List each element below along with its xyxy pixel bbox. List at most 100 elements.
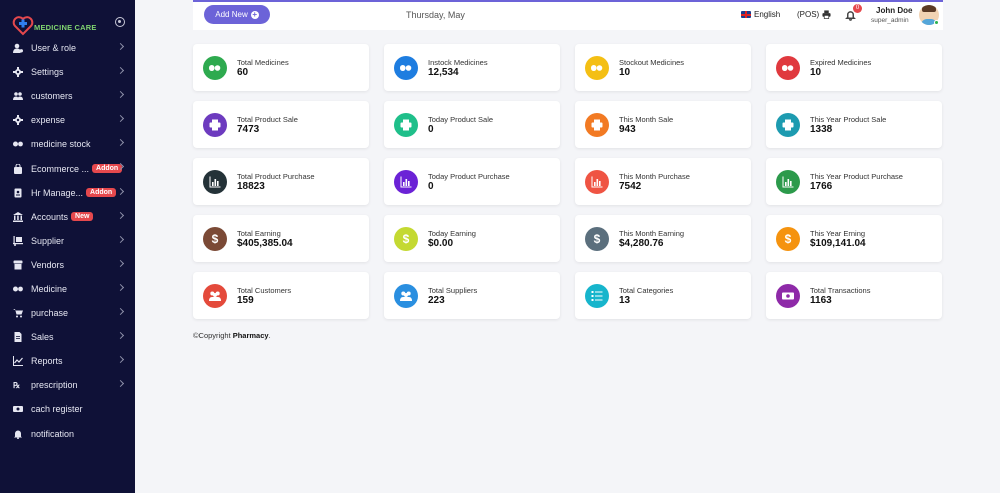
- stat-card-value: $0.00: [428, 238, 454, 249]
- stat-card-label: Stockout Medicines: [619, 58, 685, 67]
- stat-card-label: Total Customers: [237, 286, 292, 295]
- rx-icon: ℞: [12, 380, 23, 391]
- chevron-right-icon: [116, 283, 125, 291]
- stat-card-label: This Year Product Sale: [810, 115, 887, 124]
- dolly-icon: [12, 235, 23, 246]
- sidebar-item[interactable]: medicine stock: [0, 132, 135, 156]
- user-name[interactable]: John Doe: [876, 6, 912, 15]
- stat-card-value: 13: [619, 295, 631, 306]
- chevron-right-icon: [116, 259, 125, 267]
- footer: ©Copyright Pharmacy.: [193, 331, 271, 340]
- dollar-icon: $: [776, 227, 800, 251]
- stat-card[interactable]: Stockout Medicines 10: [575, 44, 751, 91]
- sidebar-item[interactable]: User & role: [0, 36, 135, 60]
- stat-card-value: 0: [428, 124, 434, 135]
- cash-icon: [12, 404, 23, 415]
- sidebar-item-label: expense: [31, 115, 66, 126]
- sidebar-item[interactable]: Accounts New: [0, 205, 135, 229]
- stat-card[interactable]: Expired Medicines 10: [766, 44, 942, 91]
- stat-card[interactable]: Total Product Purchase 18823: [193, 158, 369, 205]
- chart-line-icon: [12, 356, 23, 367]
- printer-icon: [822, 10, 831, 19]
- chevron-right-icon: [116, 307, 125, 316]
- add-new-button[interactable]: Add New +: [204, 5, 270, 24]
- stat-card-label: Today Earning: [428, 229, 476, 238]
- sidebar-item[interactable]: Settings: [0, 60, 135, 84]
- sidebar-item[interactable]: expense: [0, 108, 135, 132]
- sidebar-item[interactable]: customers: [0, 84, 135, 108]
- stat-card[interactable]: This Month Purchase 7542: [575, 158, 751, 205]
- pos-button[interactable]: (POS): [797, 10, 831, 19]
- stat-card[interactable]: Total Transactions 1163: [766, 272, 942, 319]
- notification-bell[interactable]: 0: [845, 4, 862, 21]
- sidebar-item[interactable]: notification: [0, 422, 135, 446]
- sidebar-item-label: Reports: [31, 356, 63, 367]
- sidebar-item[interactable]: cach register: [0, 397, 135, 421]
- chevron-right-icon: [116, 211, 125, 219]
- stat-card[interactable]: $ Total Earning $405,385.04: [193, 215, 369, 262]
- chevron-right-icon: [116, 115, 125, 123]
- sidebar-item-label: Settings: [31, 67, 64, 78]
- plus-circle-icon: +: [250, 9, 259, 19]
- stat-card-label: Total Suppliers: [428, 286, 478, 295]
- stat-card-value: 7542: [619, 181, 642, 192]
- stat-card[interactable]: $ This Year Erning $109,141.04: [766, 215, 942, 262]
- sidebar-toggle-icon[interactable]: [115, 17, 125, 27]
- sidebar-item-label: Medicine: [31, 283, 68, 294]
- users-icon: [203, 284, 227, 308]
- sidebar-item[interactable]: Vendors: [0, 253, 135, 277]
- pills-icon: [12, 283, 23, 294]
- footer-brand[interactable]: Pharmacy: [233, 331, 269, 340]
- stat-card[interactable]: This Year Product Purchase 1766: [766, 158, 942, 205]
- stat-card[interactable]: Total Product Sale 7473: [193, 101, 369, 148]
- sidebar-item-label: notification: [31, 428, 75, 439]
- stat-card[interactable]: Total Categories 13: [575, 272, 751, 319]
- stat-card[interactable]: Total Customers 159: [193, 272, 369, 319]
- stat-card[interactable]: $ Today Earning $0.00: [384, 215, 560, 262]
- users-icon: [394, 284, 418, 308]
- stat-card[interactable]: Today Product Purchase 0: [384, 158, 560, 205]
- sidebar-item[interactable]: Supplier: [0, 229, 135, 253]
- chevron-right-icon: [116, 380, 125, 388]
- sidebar-item[interactable]: Medicine: [0, 277, 135, 301]
- stat-card[interactable]: Instock Medicines 12,534: [384, 44, 560, 91]
- sidebar-item[interactable]: Reports: [0, 349, 135, 373]
- stat-card-value: 12,534: [428, 67, 459, 78]
- sidebar-item[interactable]: purchase: [0, 301, 135, 325]
- stat-card[interactable]: This Year Product Sale 1338: [766, 101, 942, 148]
- sidebar-item[interactable]: Hr Manage... Addon: [0, 181, 135, 205]
- stat-card-label: Expired Medicines: [810, 58, 872, 67]
- sidebar-item-label: Hr Manage...: [31, 187, 84, 198]
- stat-card[interactable]: This Month Sale 943: [575, 101, 751, 148]
- pos-label: (POS): [797, 10, 820, 19]
- brand-name: MEDICINE CARE: [34, 23, 97, 32]
- medicine-care-logo-icon: [12, 16, 34, 36]
- language-selector[interactable]: English: [741, 10, 780, 19]
- stat-card-label: This Year Erning: [810, 229, 866, 238]
- brand[interactable]: MEDICINE CARE: [12, 14, 132, 38]
- sidebar-item-tag: Addon: [86, 188, 117, 198]
- pills-icon: [12, 139, 23, 150]
- stat-card[interactable]: $ This Month Earning $4,280.76: [575, 215, 751, 262]
- stats-grid: Total Medicines 60 Instock Medicines 12,534…: [193, 44, 943, 324]
- sidebar-item-tag: New: [71, 212, 94, 222]
- sidebar-item[interactable]: Sales: [0, 325, 135, 349]
- stat-card[interactable]: Today Product Sale 0: [384, 101, 560, 148]
- sidebar-item[interactable]: ℞ prescription: [0, 373, 135, 397]
- stat-card[interactable]: Total Medicines 60: [193, 44, 369, 91]
- sidebar-item[interactable]: Ecommerce ... Addon: [0, 156, 135, 180]
- sidebar: MEDICINE CARE User & role Settings custome…: [0, 0, 135, 493]
- online-status-indicator: [934, 20, 939, 25]
- chevron-right-icon: [116, 139, 125, 147]
- stat-card-label: Today Product Sale: [428, 115, 494, 124]
- bar-chart-icon: [394, 170, 418, 194]
- users-icon: [12, 91, 23, 102]
- add-new-label: Add New: [215, 10, 248, 19]
- bar-chart-icon: [776, 170, 800, 194]
- stat-card-label: Total Categories: [619, 286, 674, 295]
- notification-count-badge: 0: [853, 4, 862, 13]
- dollar-icon: $: [585, 227, 609, 251]
- stat-card[interactable]: Total Suppliers 223: [384, 272, 560, 319]
- pills-icon: [394, 56, 418, 80]
- stat-card-value: 7473: [237, 124, 260, 135]
